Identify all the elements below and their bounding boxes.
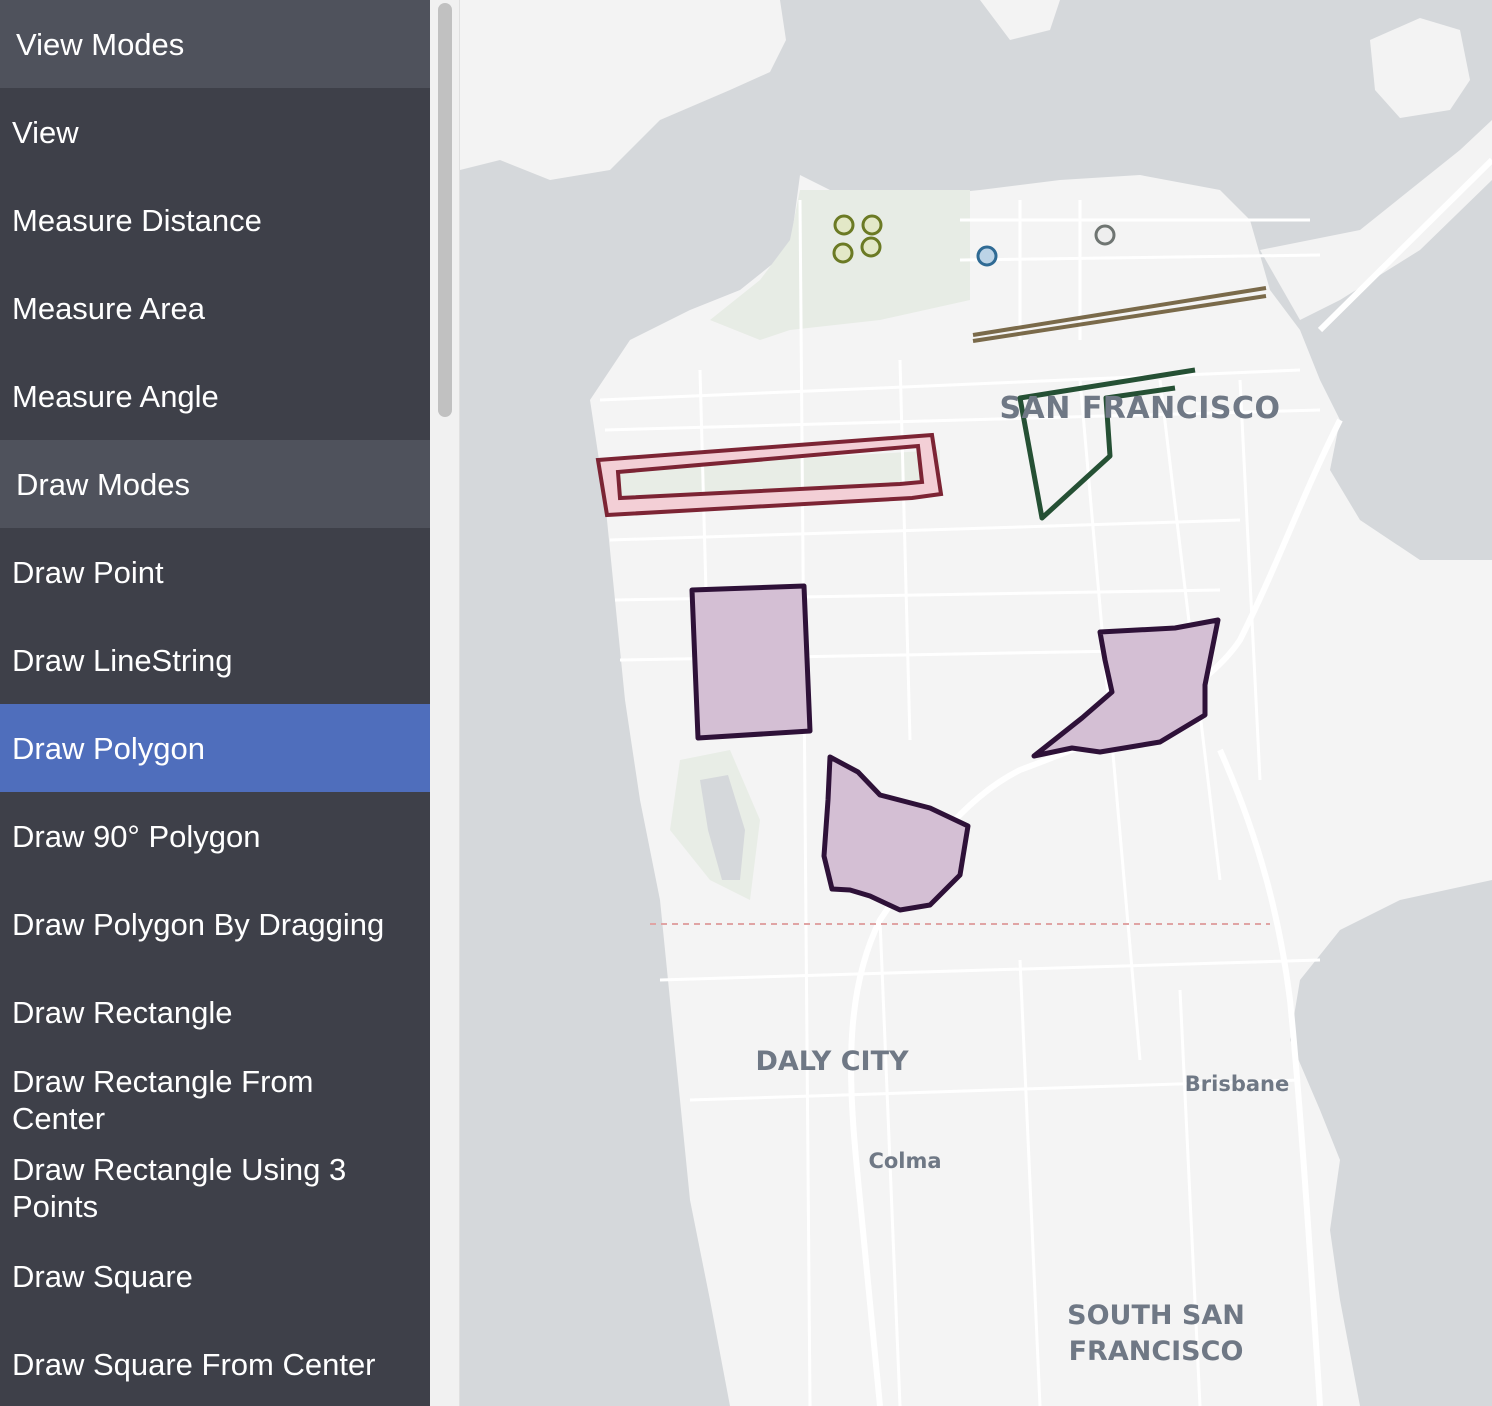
point-feature[interactable] [832,242,854,264]
sidebar-scrollbar[interactable] [430,0,460,1406]
label-brisbane: Brisbane [1185,1072,1289,1096]
menu-item-label: Draw Point [12,554,164,590]
sidebar: View Modes View Measure Distance Measure… [0,0,430,1406]
label-south-san-francisco-line2: FRANCISCO [1069,1336,1244,1367]
menu-item-measure-angle[interactable]: Measure Angle [0,352,430,440]
menu-item-label: Draw LineString [12,642,233,678]
section-label: Draw Modes [16,466,190,502]
polygon-feature-rectangle[interactable] [689,583,813,741]
menu-item-label: Draw Rectangle From Center [12,1064,314,1136]
menu-item-label: Draw Rectangle [12,994,233,1030]
menu-item-draw-polygon[interactable]: Draw Polygon [0,704,430,792]
menu-item-label: Measure Area [12,290,205,326]
menu-item-draw-square[interactable]: Draw Square [0,1232,430,1320]
menu-item-label: Draw Polygon By Dragging [12,906,385,942]
menu-item-label: Measure Distance [12,202,262,238]
label-daly-city: DALY CITY [755,1046,909,1077]
section-label: View Modes [16,26,185,62]
point-feature[interactable] [1094,224,1116,246]
menu-item-label: Draw Polygon [12,730,205,766]
menu-item-draw-polygon-by-dragging[interactable]: Draw Polygon By Dragging [0,880,430,968]
menu-item-draw-rectangle-3-points[interactable]: Draw Rectangle Using 3 Points [0,1144,430,1232]
menu-item-draw-linestring[interactable]: Draw LineString [0,616,430,704]
label-san-francisco: SAN FRANCISCO [999,391,1280,426]
menu-item-view[interactable]: View [0,88,430,176]
map-canvas[interactable]: SAN FRANCISCO DALY CITY Brisbane Colma S… [460,0,1492,1406]
menu-item-draw-square-from-center[interactable]: Draw Square From Center [0,1320,430,1406]
menu-item-draw-point[interactable]: Draw Point [0,528,430,616]
menu-item-label: Draw Rectangle Using 3 Points [12,1152,347,1224]
menu-item-label: Draw 90° Polygon [12,818,261,854]
point-feature[interactable] [861,214,883,236]
menu-item-measure-area[interactable]: Measure Area [0,264,430,352]
menu-item-label: View [12,114,79,150]
scrollbar-thumb[interactable] [438,3,452,417]
point-feature[interactable] [860,236,882,258]
menu-item-measure-distance[interactable]: Measure Distance [0,176,430,264]
label-colma: Colma [868,1149,941,1173]
menu-item-draw-rectangle-from-center[interactable]: Draw Rectangle From Center [0,1056,430,1144]
menu-item-label: Measure Angle [12,378,219,414]
section-view-modes: View Modes [0,0,430,88]
label-south-san-francisco-line1: SOUTH SAN [1067,1300,1245,1331]
menu-item-label: Draw Square From Center [12,1346,376,1382]
point-feature[interactable] [976,245,998,267]
section-draw-modes: Draw Modes [0,440,430,528]
point-feature[interactable] [833,214,855,236]
menu-item-draw-rectangle[interactable]: Draw Rectangle [0,968,430,1056]
menu-item-label: Draw Square [12,1258,193,1294]
menu-item-draw-90-polygon[interactable]: Draw 90° Polygon [0,792,430,880]
